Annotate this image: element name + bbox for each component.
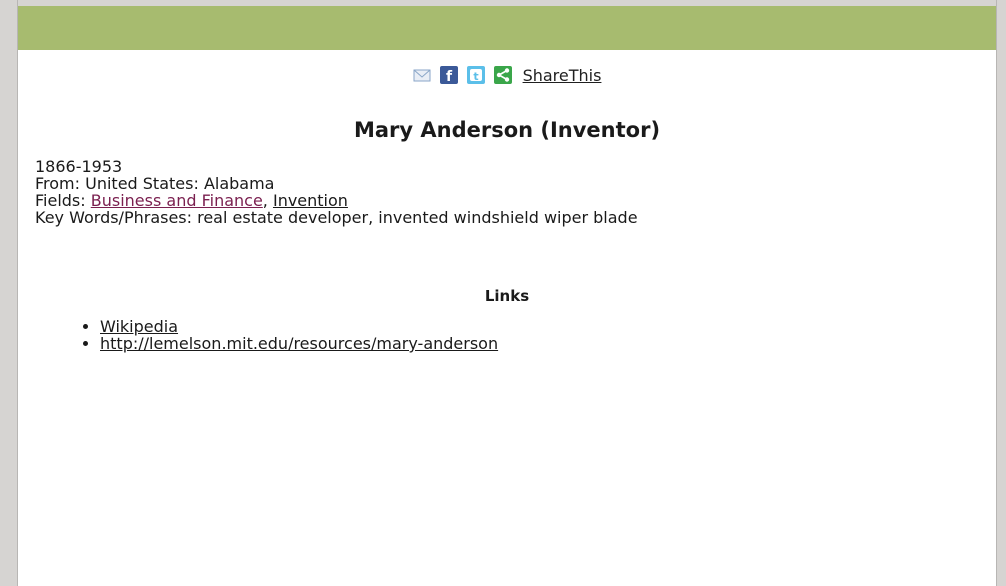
svg-text:f: f bbox=[446, 69, 453, 84]
svg-text:t: t bbox=[473, 70, 478, 83]
links-list: Wikipedia http://lemelson.mit.edu/resour… bbox=[82, 318, 498, 352]
page-title: Mary Anderson (Inventor) bbox=[353, 118, 661, 142]
share-icon[interactable] bbox=[493, 66, 512, 84]
page-frame: f t ShareThis Mary Anderson (Inventor) 1… bbox=[18, 0, 996, 586]
share-bar: f t ShareThis bbox=[18, 64, 996, 86]
from-text: From: United States: Alabama bbox=[35, 174, 275, 193]
profile-details: 1866-1953 From: United States: Alabama F… bbox=[35, 158, 975, 226]
years-text: 1866-1953 bbox=[35, 157, 123, 176]
links-heading: Links bbox=[484, 287, 530, 305]
facebook-icon[interactable]: f bbox=[439, 66, 458, 84]
header-bar bbox=[18, 6, 996, 50]
email-icon[interactable] bbox=[413, 66, 431, 84]
keywords-text: Key Words/Phrases: real estate developer… bbox=[35, 208, 638, 227]
fields-line: Fields: Business and Finance, Invention bbox=[35, 192, 975, 209]
list-item: http://lemelson.mit.edu/resources/mary-a… bbox=[100, 335, 498, 352]
lemelson-link[interactable]: http://lemelson.mit.edu/resources/mary-a… bbox=[100, 334, 498, 353]
share-this-link[interactable]: ShareThis bbox=[523, 66, 602, 85]
list-item: Wikipedia bbox=[100, 318, 498, 335]
twitter-icon[interactable]: t bbox=[466, 66, 485, 84]
